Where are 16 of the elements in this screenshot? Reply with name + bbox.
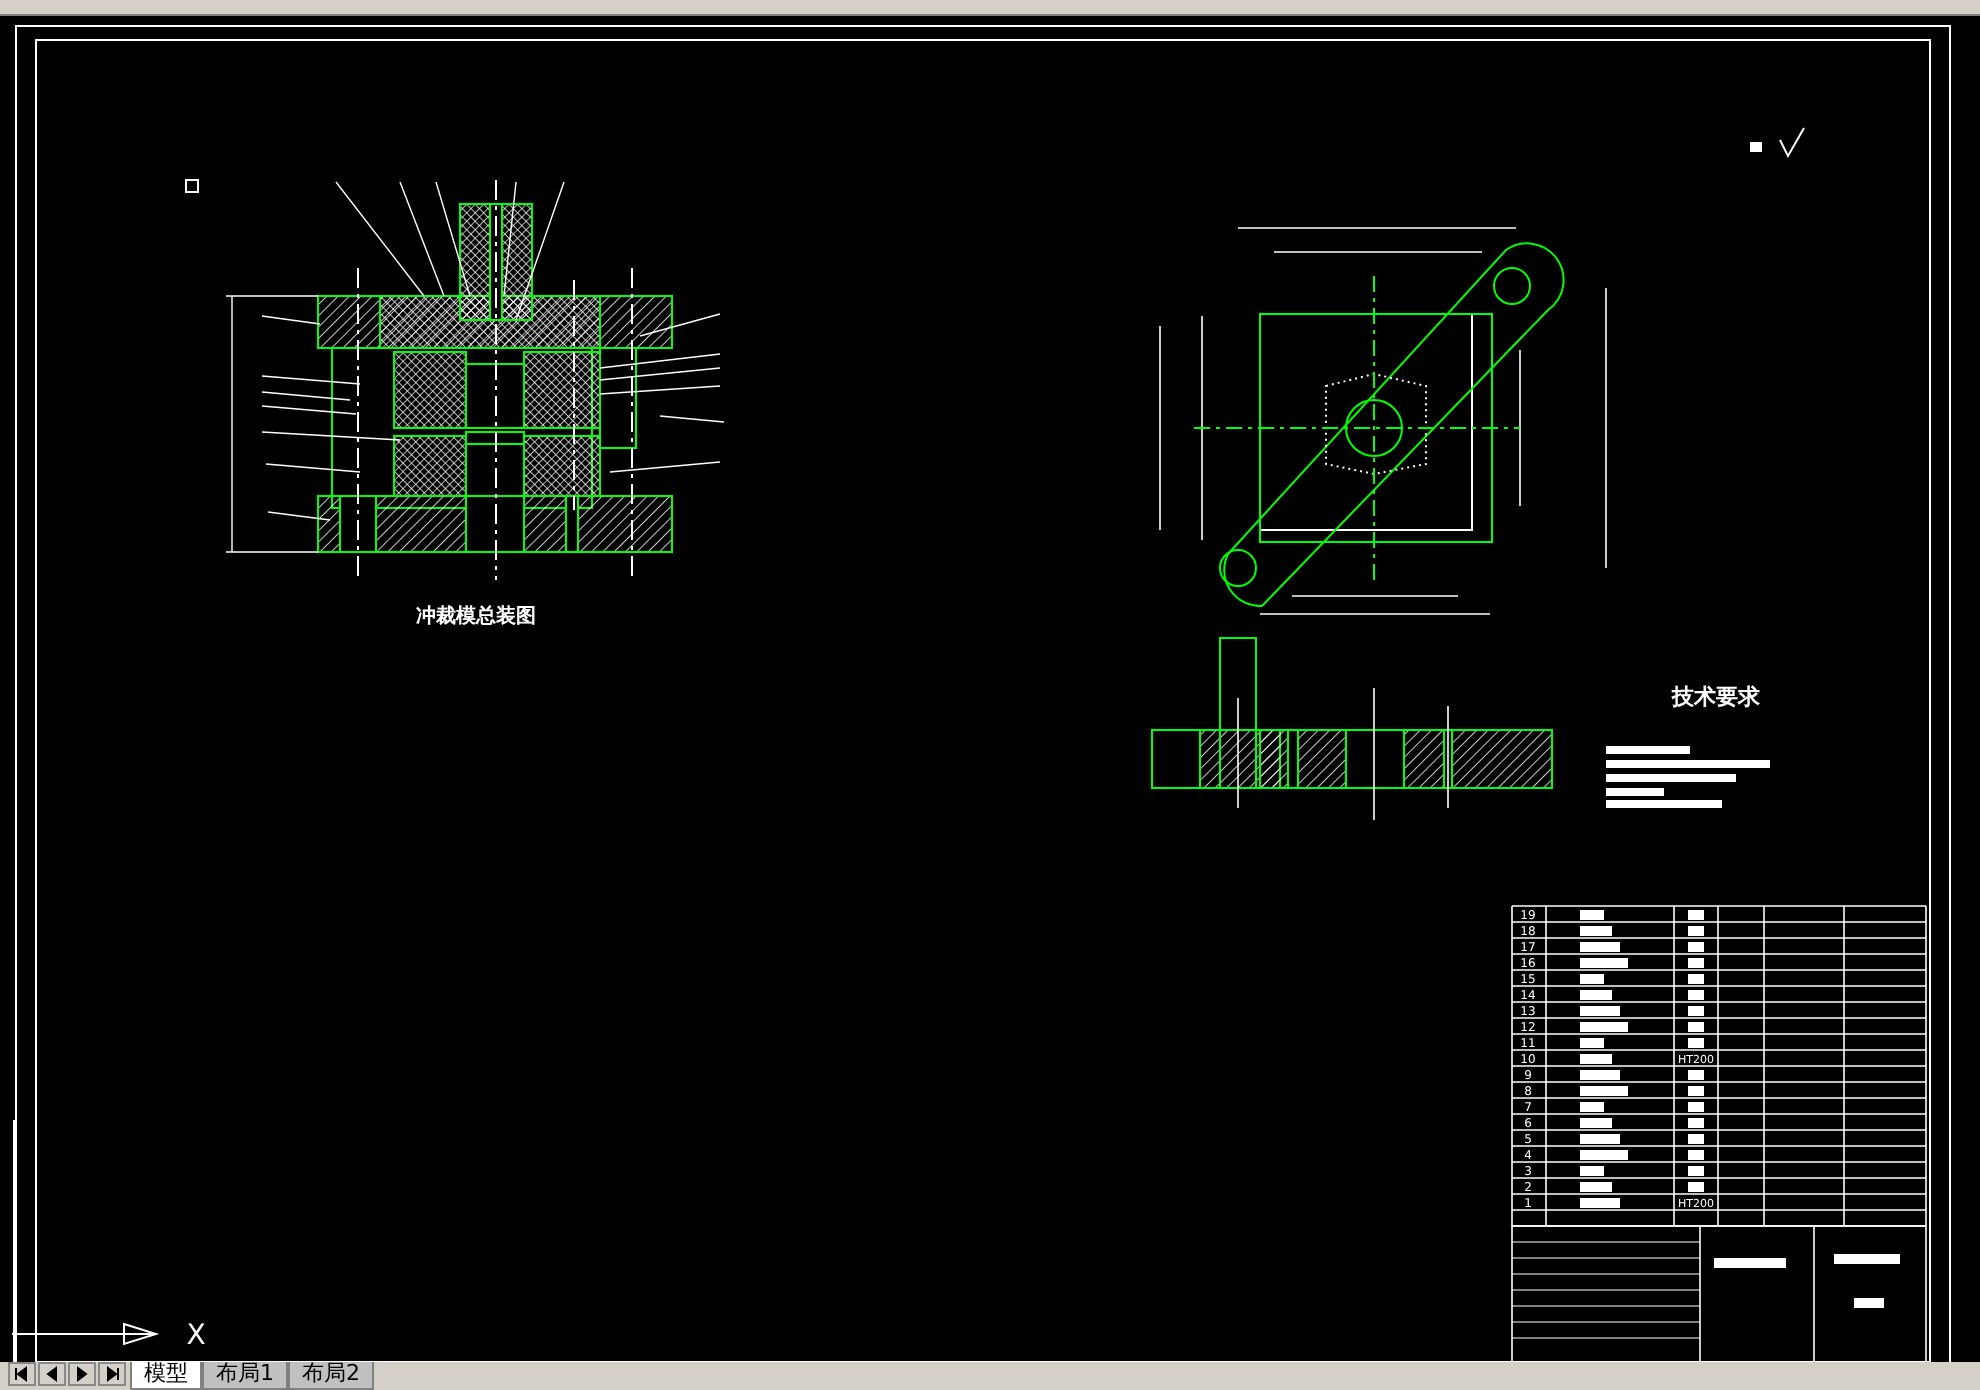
roughness-symbol-icon [1779, 127, 1805, 159]
layout-tab[interactable]: 模型 [130, 1362, 202, 1390]
text-block [1714, 1258, 1786, 1268]
layout-tab[interactable]: 布局1 [202, 1362, 288, 1390]
layout-tab[interactable]: 布局2 [288, 1362, 374, 1390]
text-block [1854, 1298, 1884, 1308]
text-block [1606, 746, 1690, 754]
text-block [1606, 788, 1664, 796]
tech-requirements-title: 技术要求 [1672, 684, 1760, 710]
text-block [1606, 774, 1736, 782]
text-block [1750, 142, 1762, 152]
square-marker-icon [185, 179, 199, 193]
drawing-title: 冲裁模总装图 [416, 606, 536, 628]
text-block [1834, 1254, 1900, 1264]
text-block [1606, 800, 1722, 808]
x-axis-label: X [186, 1320, 206, 1352]
